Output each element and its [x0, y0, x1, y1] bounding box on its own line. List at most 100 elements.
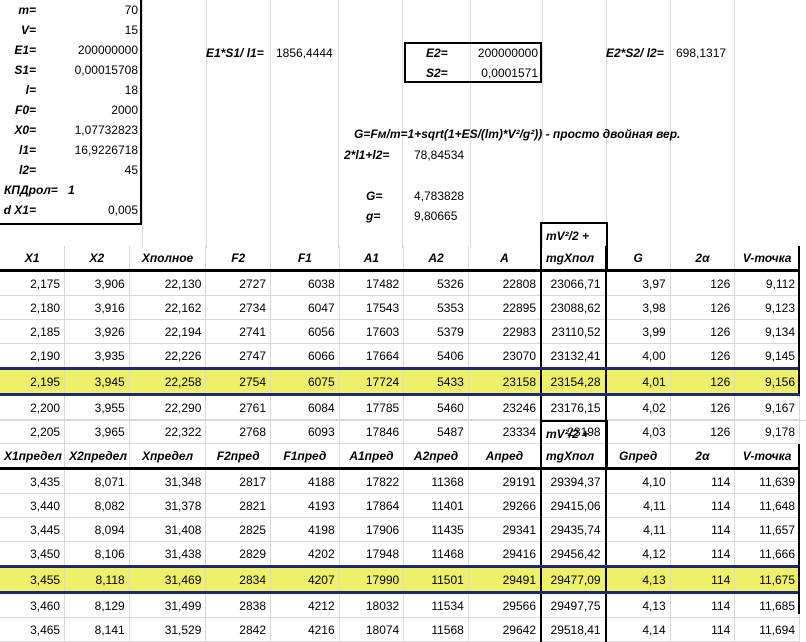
table-cell[interactable]: 18074	[339, 617, 405, 642]
table-cell[interactable]: 11,685	[734, 592, 800, 618]
table-cell[interactable]: 2,180	[0, 295, 66, 320]
table-cell[interactable]: 3,450	[0, 541, 66, 567]
param-label[interactable]: m=	[0, 1, 36, 19]
table-cell[interactable]: 17543	[339, 295, 405, 320]
g-cap-value[interactable]: 4,783828	[414, 187, 464, 205]
column-header[interactable]: mgXпол	[541, 444, 607, 470]
table-cell[interactable]: 4212	[270, 592, 340, 618]
e1s1-label[interactable]: E1*S1/ l1=	[206, 44, 264, 62]
table-cell[interactable]: 3,98	[605, 295, 671, 320]
column-header[interactable]: A1	[339, 246, 405, 272]
e1s1-value[interactable]: 1856,4444	[276, 44, 333, 62]
sum-label[interactable]: 2*l1+l2=	[344, 146, 389, 164]
column-header[interactable]: 2α	[670, 246, 736, 272]
table-cell[interactable]: 8,082	[64, 493, 130, 518]
table-cell[interactable]: 126	[670, 394, 736, 420]
table-cell[interactable]: 23176,15	[541, 394, 607, 420]
table-cell[interactable]: 17864	[339, 493, 405, 518]
table-cell[interactable]: 11,648	[734, 493, 800, 518]
column-header[interactable]: Gпред	[605, 444, 671, 470]
table-cell[interactable]: 2727	[205, 270, 271, 296]
param-value[interactable]: 200000000	[40, 41, 138, 59]
table-cell[interactable]: 9,134	[734, 319, 800, 344]
table-cell[interactable]: 23158	[468, 367, 542, 396]
param-value[interactable]: 15	[40, 21, 138, 39]
column-header[interactable]: X1	[0, 246, 66, 272]
table-cell[interactable]: 2821	[205, 493, 271, 518]
table-cell[interactable]: 6038	[270, 270, 340, 296]
table-cell[interactable]: 3,935	[64, 343, 130, 369]
table-cell[interactable]: 3,455	[0, 565, 66, 594]
column-header[interactable]: A2	[403, 246, 469, 272]
table-cell[interactable]: 17846	[339, 419, 405, 444]
param-label[interactable]: E1=	[0, 41, 36, 59]
table-cell[interactable]: 29497,75	[541, 592, 607, 618]
table-cell[interactable]: 17724	[339, 367, 405, 396]
table-cell[interactable]: 114	[670, 517, 736, 542]
table-cell[interactable]: 3,945	[64, 367, 130, 396]
param-label[interactable]: l2=	[0, 161, 36, 179]
table-cell[interactable]: 22,226	[129, 343, 207, 369]
table-cell[interactable]: 8,071	[64, 468, 130, 494]
table-cell[interactable]: 2829	[205, 541, 271, 567]
table-cell[interactable]: 18032	[339, 592, 405, 618]
table-cell[interactable]: 114	[670, 592, 736, 618]
param-label[interactable]: V=	[0, 21, 36, 39]
table-cell[interactable]: 23070	[468, 343, 542, 369]
table-cell[interactable]: 5353	[403, 295, 469, 320]
column-header[interactable]: V-точка	[734, 246, 800, 272]
g-cap-label[interactable]: G=	[366, 187, 382, 205]
table-cell[interactable]: 3,965	[64, 419, 130, 444]
table-cell[interactable]: 4,11	[605, 493, 671, 518]
s2-value[interactable]: 0,0001571	[470, 64, 538, 82]
table-cell[interactable]: 11468	[403, 541, 469, 567]
param-label[interactable]: F0=	[0, 101, 36, 119]
table-cell[interactable]: 29394,37	[541, 468, 607, 494]
column-header[interactable]: X2	[64, 246, 130, 272]
column-header[interactable]: F2пред	[205, 444, 271, 470]
table-cell[interactable]: 126	[670, 367, 736, 396]
table-cell[interactable]: 23154,28	[541, 367, 607, 396]
table-cell[interactable]: 3,916	[64, 295, 130, 320]
table-cell[interactable]: 31,408	[129, 517, 207, 542]
table-cell[interactable]: 2842	[205, 617, 271, 642]
table-cell[interactable]: 29491	[468, 565, 542, 594]
table-cell[interactable]: 4,10	[605, 468, 671, 494]
table-cell[interactable]: 9,145	[734, 343, 800, 369]
table-cell[interactable]: 2,195	[0, 367, 66, 396]
table-cell[interactable]: 126	[670, 343, 736, 369]
table-cell[interactable]: 4,13	[605, 592, 671, 618]
formula-text[interactable]: G=Fм/m=1+sqrt(1+ES/(lm)*V²/g²)) - просто…	[354, 125, 680, 143]
table-cell[interactable]: 4,03	[605, 419, 671, 444]
table-cell[interactable]: 22,290	[129, 394, 207, 420]
table-cell[interactable]: 114	[670, 493, 736, 518]
table-cell[interactable]: 31,378	[129, 493, 207, 518]
table-cell[interactable]: 22808	[468, 270, 542, 296]
table-cell[interactable]: 23334	[468, 419, 542, 444]
table-cell[interactable]: 23088,62	[541, 295, 607, 320]
table-cell[interactable]: 29191	[468, 468, 542, 494]
table-cell[interactable]: 2838	[205, 592, 271, 618]
table-cell[interactable]: 3,435	[0, 468, 66, 494]
g-value[interactable]: 9,80665	[414, 207, 457, 225]
table-cell[interactable]: 17603	[339, 319, 405, 344]
table-cell[interactable]: 29456,42	[541, 541, 607, 567]
param-value[interactable]: 2000	[40, 101, 138, 119]
column-header[interactable]: A2пред	[403, 444, 469, 470]
table-cell[interactable]: 4,01	[605, 367, 671, 396]
table-cell[interactable]: 3,926	[64, 319, 130, 344]
table-cell[interactable]: 3,465	[0, 617, 66, 642]
table-cell[interactable]: 31,348	[129, 468, 207, 494]
table-cell[interactable]: 9,112	[734, 270, 800, 296]
table-cell[interactable]: 22,258	[129, 367, 207, 396]
g-label[interactable]: g=	[366, 207, 380, 225]
table-cell[interactable]: 126	[670, 319, 736, 344]
table-cell[interactable]: 2,190	[0, 343, 66, 369]
table-cell[interactable]: 3,440	[0, 493, 66, 518]
table-cell[interactable]: 5487	[403, 419, 469, 444]
param-value[interactable]: 0,00015708	[40, 61, 138, 79]
table-cell[interactable]: 6084	[270, 394, 340, 420]
param-value[interactable]: 70	[40, 1, 138, 19]
table-cell[interactable]: 114	[670, 565, 736, 594]
table-cell[interactable]: 4216	[270, 617, 340, 642]
